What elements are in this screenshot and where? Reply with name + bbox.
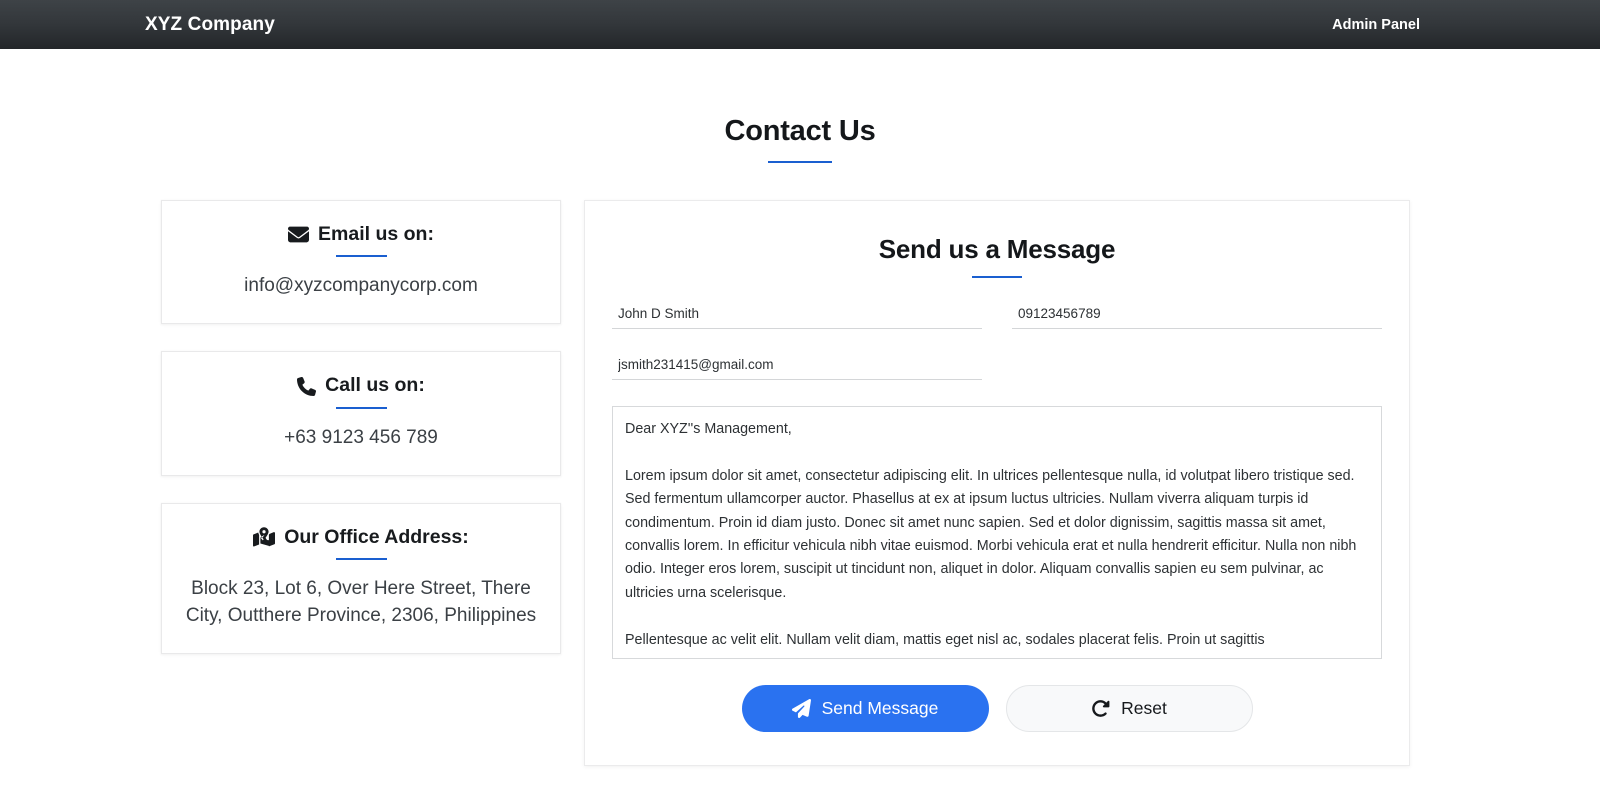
- phone-input[interactable]: [1012, 303, 1382, 329]
- phone-icon: [297, 376, 317, 396]
- form-title-underline: [972, 276, 1022, 278]
- field-wrapper-spacer: [1012, 354, 1382, 380]
- form-actions: Send Message Reset: [612, 685, 1382, 732]
- send-message-panel: Send us a Message John D Smith 091234567…: [584, 200, 1410, 766]
- field-wrapper-name: [612, 303, 982, 329]
- message-textarea-wrapper: Dear XYZ''s Management, Lorem ipsum dolo…: [612, 406, 1382, 659]
- envelope-icon: [288, 224, 310, 245]
- nav-link-admin-panel[interactable]: Admin Panel: [1332, 17, 1420, 33]
- rotate-right-icon: [1091, 699, 1110, 718]
- contact-info-column: Email us on: info@xyzcompanycorp.com Cal…: [161, 200, 561, 655]
- paper-plane-icon: [791, 699, 811, 718]
- message-form-column: Send us a Message John D Smith 091234567…: [584, 200, 1410, 766]
- message-textarea[interactable]: Dear XYZ''s Management, Lorem ipsum dolo…: [612, 406, 1382, 659]
- contact-card-address-title: Our Office Address:: [284, 525, 469, 548]
- field-wrapper-email: [612, 354, 982, 380]
- contact-card-phone-underline: [335, 406, 387, 409]
- contact-card-email-underline: [335, 255, 387, 258]
- map-location-icon: [253, 526, 276, 548]
- send-message-button-label: Send Message: [821, 698, 939, 718]
- contact-card-phone-value[interactable]: +63 9123 456 789: [180, 425, 542, 452]
- contact-card-email-heading: Email us on:: [180, 223, 542, 246]
- content-area: Email us on: info@xyzcompanycorp.com Cal…: [0, 163, 1600, 766]
- contact-card-phone: Call us on: +63 9123 456 789: [161, 351, 561, 476]
- contact-card-email-value[interactable]: info@xyzcompanycorp.com: [180, 273, 542, 300]
- page-title: Contact Us: [724, 115, 876, 147]
- field-wrapper-phone: [1012, 303, 1382, 329]
- contact-card-email-title: Email us on:: [318, 223, 434, 245]
- reset-button[interactable]: Reset: [1005, 685, 1253, 732]
- contact-card-address: Our Office Address: Block 23, Lot 6, Ove…: [161, 502, 561, 655]
- form-row-name-phone: [612, 303, 1382, 329]
- reset-button-label: Reset: [1121, 698, 1167, 718]
- send-message-button[interactable]: Send Message: [741, 685, 989, 732]
- form-row-email: [612, 354, 1382, 380]
- form-title: Send us a Message: [878, 234, 1116, 264]
- contact-card-phone-title: Call us on:: [325, 374, 425, 397]
- contact-card-address-underline: [335, 558, 387, 561]
- email-input[interactable]: [612, 354, 982, 380]
- top-navbar: XYZ Company Admin Panel: [0, 0, 1600, 49]
- brand-logo-text[interactable]: XYZ Company: [145, 14, 275, 36]
- page-container: Contact Us Email us on: info@xyzcompanyc…: [0, 49, 1600, 766]
- contact-card-phone-heading: Call us on:: [180, 374, 542, 397]
- contact-card-address-value: Block 23, Lot 6, Over Here Street, There…: [185, 578, 537, 627]
- name-input[interactable]: [612, 303, 982, 329]
- contact-card-address-heading: Our Office Address:: [180, 526, 542, 549]
- contact-card-email: Email us on: info@xyzcompanycorp.com: [161, 200, 561, 325]
